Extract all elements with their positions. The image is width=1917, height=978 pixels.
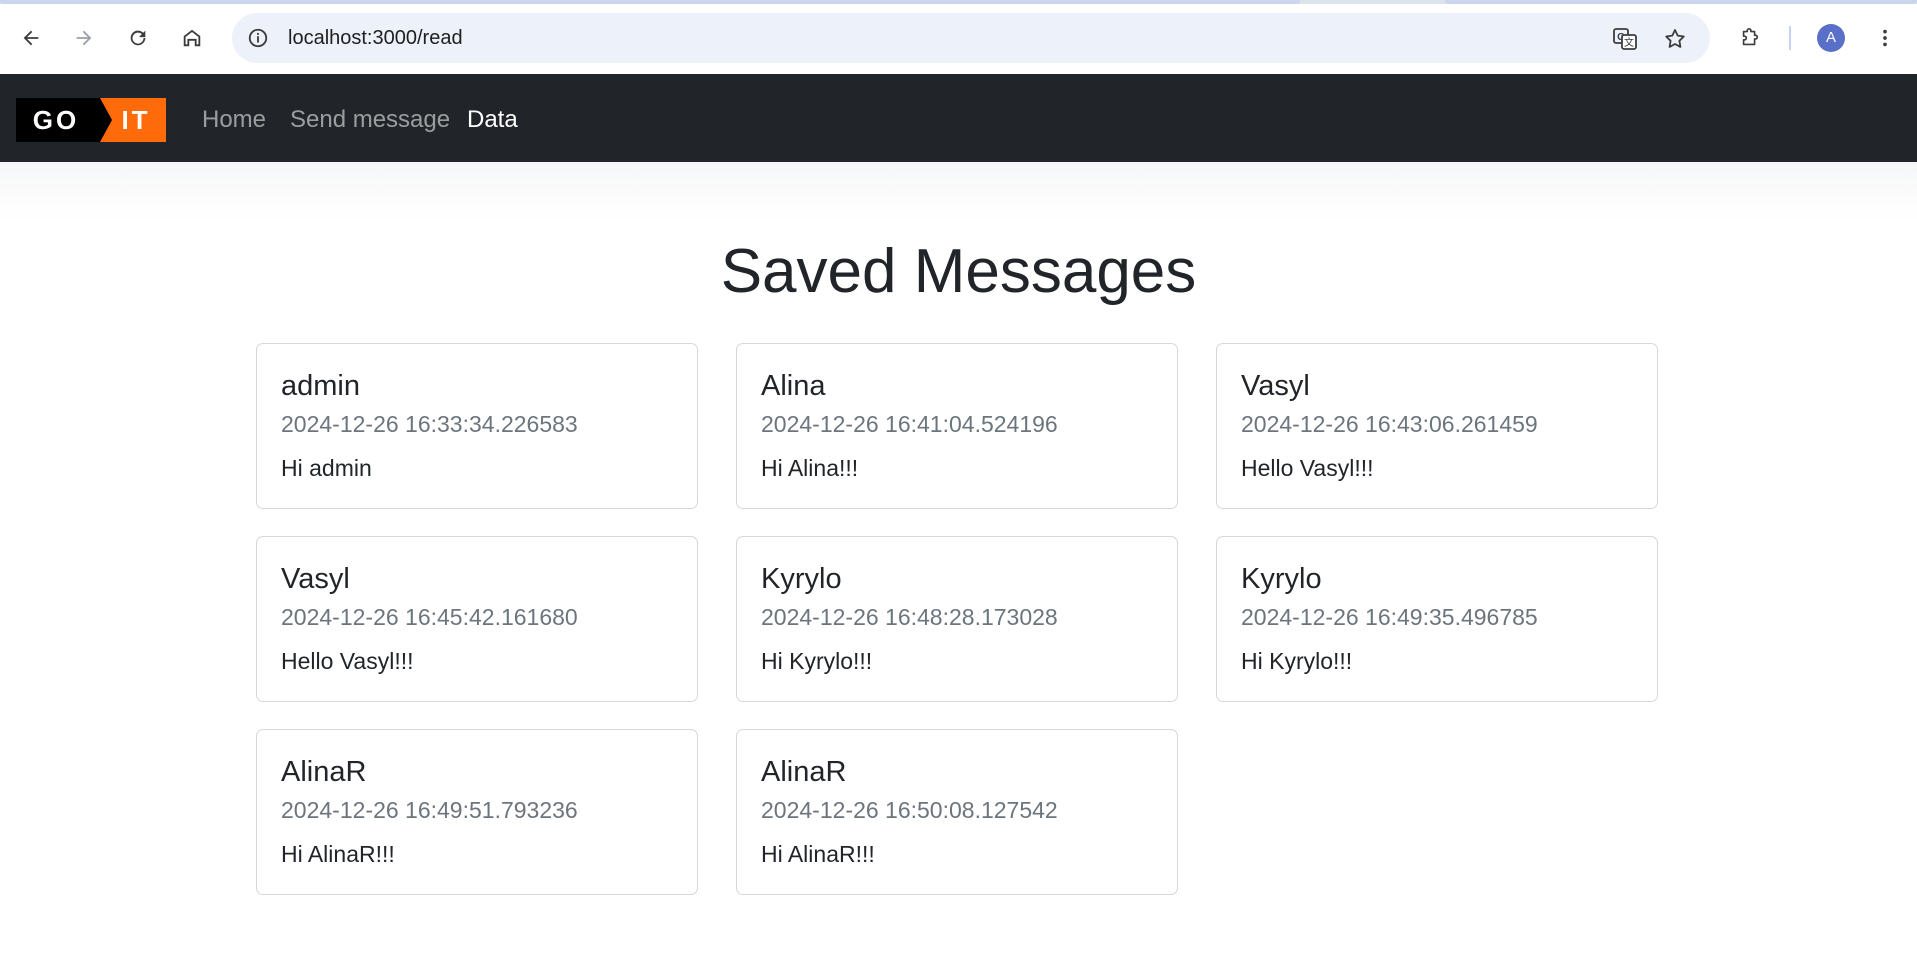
message-username: Kyrylo [1241, 563, 1322, 595]
message-timestamp: 2024-12-26 16:49:35.496785 [1241, 604, 1538, 630]
svg-text:文: 文 [1624, 36, 1634, 49]
message-username: Alina [761, 370, 826, 402]
page-title: Saved Messages [720, 237, 1197, 306]
nav-link-send-message[interactable]: Send message [290, 103, 450, 137]
brand-logo[interactable]: GO IT [16, 98, 166, 142]
home-button[interactable] [174, 20, 210, 56]
message-card: AlinaR 2024-12-26 16:49:51.793236 Hi Ali… [256, 729, 698, 895]
profile-avatar[interactable]: A [1817, 24, 1845, 52]
message-username: Kyrylo [761, 563, 842, 595]
toolbar-divider [1789, 26, 1791, 50]
home-icon [183, 29, 201, 47]
message-text: Hello Vasyl!!! [1241, 455, 1374, 481]
translate-icon[interactable]: G文 [1612, 26, 1638, 52]
message-timestamp: 2024-12-26 16:49:51.793236 [281, 797, 578, 823]
nav-link-home[interactable]: Home [202, 103, 266, 137]
back-arrow-icon [23, 30, 39, 46]
reload-button[interactable] [120, 20, 156, 56]
message-timestamp: 2024-12-26 16:43:06.261459 [1241, 411, 1538, 437]
site-info-icon[interactable] [246, 26, 270, 50]
message-text: Hi AlinaR!!! [761, 841, 875, 867]
app-navbar: GO IT Home Send message Data [0, 74, 1917, 162]
more-menu-icon [1883, 29, 1887, 47]
tab-strip [0, 0, 1917, 4]
message-text: Hi admin [281, 455, 372, 481]
message-card: AlinaR 2024-12-26 16:50:08.127542 Hi Ali… [736, 729, 1178, 895]
message-timestamp: 2024-12-26 16:33:34.226583 [281, 411, 578, 437]
address-bar[interactable]: localhost:3000/read G文 [232, 13, 1710, 63]
extensions-icon [1742, 28, 1759, 46]
message-card: Alina 2024-12-26 16:41:04.524196 Hi Alin… [736, 343, 1178, 509]
message-text: Hello Vasyl!!! [281, 648, 414, 674]
message-username: AlinaR [761, 756, 847, 788]
message-card: Kyrylo 2024-12-26 16:48:28.173028 Hi Kyr… [736, 536, 1178, 702]
message-text: Hi AlinaR!!! [281, 841, 395, 867]
message-card: Kyrylo 2024-12-26 16:49:35.496785 Hi Kyr… [1216, 536, 1658, 702]
forward-arrow-icon [76, 30, 92, 46]
browser-toolbar: localhost:3000/read G文 A [0, 0, 1917, 75]
tab-indicator [0, 0, 1300, 4]
reload-icon [130, 30, 146, 46]
message-card: Vasyl 2024-12-26 16:45:42.161680 Hello V… [256, 536, 698, 702]
message-text: Hi Kyrylo!!! [761, 648, 873, 674]
forward-button[interactable] [66, 20, 102, 56]
logo-text-it: IT [121, 105, 150, 135]
url-text[interactable]: localhost:3000/read [288, 13, 463, 63]
logo-text-go: GO [33, 105, 79, 135]
message-text: Hi Kyrylo!!! [1241, 648, 1353, 674]
tab-indicator [1445, 0, 1917, 4]
message-username: Vasyl [1241, 370, 1310, 402]
message-username: admin [281, 370, 360, 402]
message-text: Hi Alina!!! [761, 455, 859, 481]
navbar-shadow [0, 162, 1917, 222]
message-timestamp: 2024-12-26 16:45:42.161680 [281, 604, 578, 630]
message-username: AlinaR [281, 756, 367, 788]
bookmark-star-icon[interactable] [1662, 26, 1688, 52]
message-card: admin 2024-12-26 16:33:34.226583 Hi admi… [256, 343, 698, 509]
message-timestamp: 2024-12-26 16:50:08.127542 [761, 797, 1058, 823]
message-timestamp: 2024-12-26 16:41:04.524196 [761, 411, 1058, 437]
message-card: Vasyl 2024-12-26 16:43:06.261459 Hello V… [1216, 343, 1658, 509]
more-menu-button[interactable] [1867, 20, 1903, 56]
message-timestamp: 2024-12-26 16:48:28.173028 [761, 604, 1058, 630]
nav-link-data[interactable]: Data [467, 103, 518, 137]
back-button[interactable] [13, 20, 49, 56]
extensions-button[interactable] [1732, 20, 1768, 56]
message-username: Vasyl [281, 563, 350, 595]
